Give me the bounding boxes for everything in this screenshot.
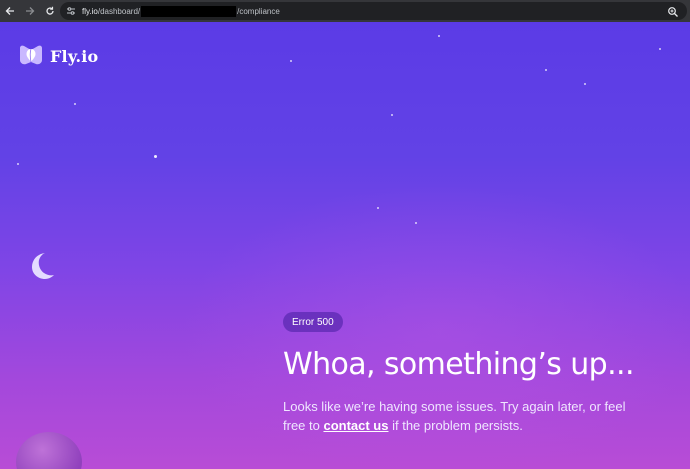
- url-text: fly.io/dashboard/ /compliance: [82, 5, 280, 17]
- moon-icon: [32, 253, 54, 279]
- back-button[interactable]: [0, 0, 20, 22]
- fly-logo[interactable]: Fly.io: [18, 44, 98, 68]
- balloon-decoration: [16, 432, 82, 469]
- error-headline: Whoa, something’s up...: [283, 347, 634, 382]
- error-code-badge: Error 500: [283, 312, 343, 332]
- url-path-start: /dashboard/: [97, 6, 141, 16]
- star: [438, 35, 440, 37]
- browser-toolbar: fly.io/dashboard/ /compliance: [0, 0, 690, 22]
- zoom-icon[interactable]: [667, 5, 679, 17]
- redacted-segment: [141, 5, 237, 17]
- url-path-end: /compliance: [237, 6, 280, 16]
- star: [74, 103, 76, 105]
- star: [545, 69, 547, 71]
- star: [659, 48, 661, 50]
- address-bar[interactable]: fly.io/dashboard/ /compliance: [60, 2, 687, 20]
- star: [584, 83, 586, 85]
- forward-icon: [26, 7, 35, 15]
- message-after: if the problem persists.: [388, 418, 523, 433]
- contact-us-link[interactable]: contact us: [323, 418, 388, 433]
- star: [17, 163, 19, 165]
- star: [290, 60, 292, 62]
- star: [377, 207, 379, 209]
- reload-icon: [46, 6, 54, 15]
- reload-button[interactable]: [40, 0, 60, 22]
- star: [415, 222, 417, 224]
- site-settings-icon[interactable]: [66, 6, 76, 16]
- forward-button[interactable]: [20, 0, 40, 22]
- star: [391, 114, 393, 116]
- back-icon: [5, 7, 14, 15]
- brand-name: Fly.io: [50, 46, 99, 66]
- error-page: Fly.io Error 500 Whoa, something’s up...…: [0, 22, 690, 469]
- star: [154, 155, 157, 158]
- url-host: fly.io: [82, 6, 98, 16]
- fly-logo-icon: [20, 45, 42, 65]
- error-message: Looks like we’re having some issues. Try…: [283, 397, 633, 435]
